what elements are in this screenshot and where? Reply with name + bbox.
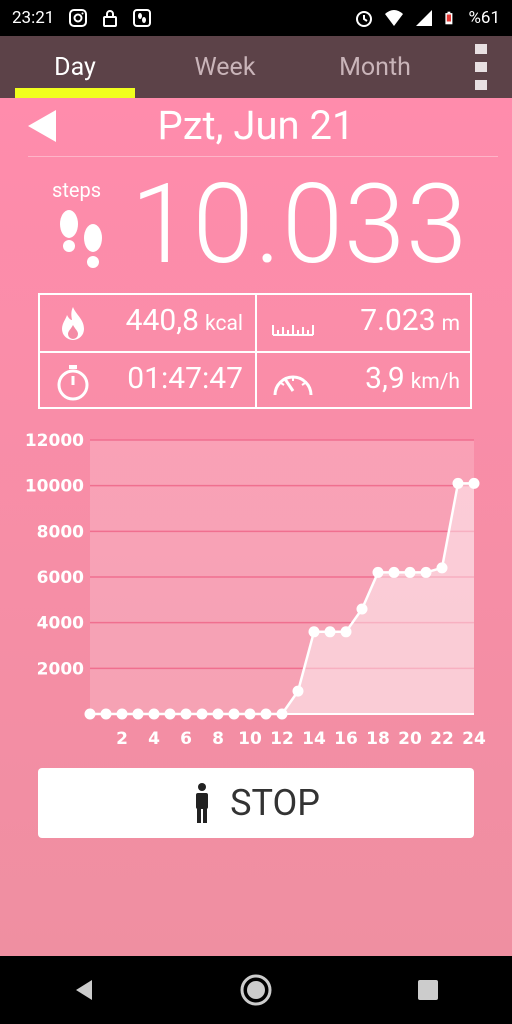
ruler-icon (272, 325, 314, 336)
system-nav-bar (0, 956, 512, 1024)
chart-data-point (404, 566, 416, 578)
distance-cell: 7.023 m (257, 295, 472, 351)
date-bar: Pzt, Jun 21 (0, 98, 512, 156)
chart-data-point (372, 566, 384, 578)
speed-value: 3,9 (365, 361, 405, 396)
chart-data-point (180, 708, 192, 720)
chart-y-tick-label: 4000 (37, 614, 84, 634)
chart-data-point (196, 708, 208, 720)
chart-y-tick-label: 2000 (37, 659, 84, 679)
chart-y-tick-label: 6000 (37, 568, 84, 588)
chart-data-point (84, 708, 96, 720)
duration-cell: 01:47:47 (40, 353, 255, 409)
chart-y-tick-label: 10000 (25, 477, 84, 497)
footprints-icon (60, 210, 102, 268)
chart-data-point (260, 708, 272, 720)
chart-x-tick-label: 24 (462, 729, 486, 749)
chart-data-point (116, 708, 128, 720)
chart-x-tick-label: 20 (398, 729, 422, 749)
distance-unit: m (441, 312, 460, 336)
nav-recents-icon[interactable] (416, 978, 440, 1002)
steps-summary: steps 10.033 (0, 160, 512, 289)
flame-icon (62, 307, 84, 340)
tab-day[interactable]: Day (0, 36, 150, 98)
chart-y-tick-label: 8000 (37, 522, 84, 542)
chart-data-point (388, 566, 400, 578)
chart-x-tick-label: 4 (148, 729, 160, 749)
chart-y-tick-label: 12000 (25, 431, 84, 451)
chart-x-tick-label: 6 (180, 729, 192, 749)
tab-week[interactable]: Week (150, 36, 300, 98)
overflow-menu-icon[interactable] (474, 44, 488, 90)
lock-icon (103, 10, 118, 27)
stats-table: 440,8 kcal 7.023 m 01:47:47 3,9 km/h (38, 293, 472, 409)
steps-count: 10.033 (130, 160, 468, 289)
duration-value: 01:47:47 (127, 361, 243, 396)
chart-x-tick-label: 2 (116, 729, 128, 749)
chart-x-tick-label: 14 (302, 729, 326, 749)
chart-data-point (356, 603, 368, 615)
chart-data-point (452, 477, 464, 489)
nav-back-icon[interactable] (72, 978, 96, 1002)
wifi-icon (385, 10, 404, 26)
nav-home-icon[interactable] (240, 974, 272, 1006)
chart-data-point (132, 708, 144, 720)
notification-icons (68, 8, 152, 28)
chart-data-point (436, 562, 448, 574)
battery-icon (445, 11, 453, 25)
chart-data-point (148, 708, 160, 720)
divider (28, 156, 498, 157)
chart-x-tick-label: 8 (212, 729, 224, 749)
chart-x-tick-label: 22 (430, 729, 454, 749)
instagram-icon (69, 9, 88, 27)
stop-button[interactable]: STOP (38, 768, 474, 838)
tab-bar: Day Week Month (0, 36, 512, 98)
distance-value: 7.023 (360, 303, 436, 338)
chart-data-point (212, 708, 224, 720)
chart-data-point (100, 708, 112, 720)
chart-data-point (164, 708, 176, 720)
battery-percent: %61 (468, 8, 500, 28)
chart-x-tick-label: 12 (270, 729, 294, 749)
calories-cell: 440,8 kcal (40, 295, 255, 351)
calories-value: 440,8 (125, 303, 200, 338)
stop-button-label: STOP (230, 782, 320, 824)
chart-x-tick-label: 10 (238, 729, 262, 749)
date-label: Pzt, Jun 21 (157, 102, 355, 149)
chart-data-point (276, 708, 288, 720)
signal-icon (416, 10, 433, 26)
tab-month[interactable]: Month (300, 36, 450, 98)
calories-unit: kcal (205, 312, 243, 336)
chart-data-point (420, 566, 432, 578)
pedometer-notification-icon (133, 9, 152, 27)
speedometer-icon (273, 375, 313, 396)
chart-data-point (340, 626, 352, 638)
system-icons: %61 (354, 8, 500, 28)
speed-cell: 3,9 km/h (257, 353, 472, 409)
steps-chart: 2000 4000 6000 8000 10000 12000 2 4 6 8 10 12 14 16 18… (0, 428, 512, 758)
steps-label: steps (52, 178, 102, 202)
chart-data-point (292, 685, 304, 697)
chart-data-point (468, 477, 480, 489)
stopwatch-icon (57, 365, 89, 401)
status-bar: 23:21 %61 (0, 0, 512, 36)
steps-chart-svg: 200040006000800010000120002 4 6 8 10 12 14 16 18… (25, 431, 486, 749)
walking-person-icon (196, 783, 209, 823)
chart-data-point (244, 708, 256, 720)
chart-x-tick-label: 16 (334, 729, 358, 749)
alarm-icon (356, 11, 373, 27)
main-content: Pzt, Jun 21 steps 10.033 440,8 kcal 7.023… (0, 98, 512, 956)
chart-x-tick-label: 18 (366, 729, 390, 749)
chart-data-point (324, 626, 336, 638)
status-time: 23:21 (12, 8, 55, 28)
speed-unit: km/h (410, 370, 460, 394)
chart-data-point (308, 626, 320, 638)
chart-data-point (228, 708, 240, 720)
